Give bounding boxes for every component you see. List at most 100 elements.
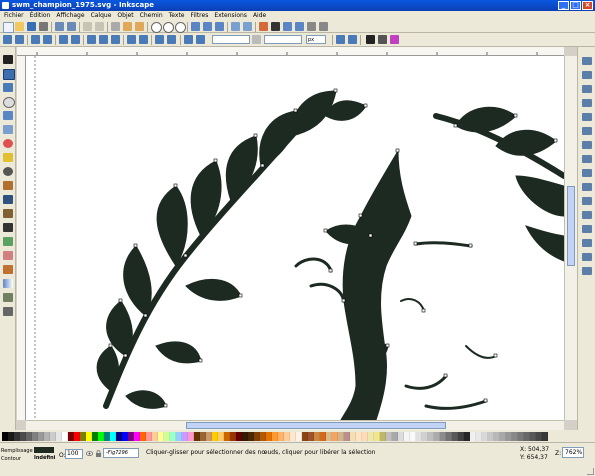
fill-indicator[interactable] xyxy=(34,447,54,453)
spray-icon[interactable] xyxy=(3,237,13,246)
maximize-button[interactable]: □ xyxy=(570,1,581,10)
snap-bbox-corner-icon[interactable] xyxy=(582,99,592,107)
calligraphy-icon[interactable] xyxy=(3,209,13,218)
snap-smooth-icon[interactable] xyxy=(582,169,592,177)
drawing-canvas[interactable] xyxy=(26,56,564,420)
undo-icon[interactable] xyxy=(83,22,92,31)
snap-midpoint-icon[interactable] xyxy=(582,183,592,191)
menu-edition[interactable]: Édition xyxy=(30,12,51,19)
menu-aide[interactable]: Aide xyxy=(253,12,266,19)
ungroup-icon[interactable] xyxy=(243,22,252,31)
save-icon[interactable] xyxy=(27,22,36,31)
snap-guide-icon[interactable] xyxy=(582,267,592,275)
vertical-scroll-thumb[interactable] xyxy=(567,186,575,266)
menu-fichier[interactable]: Fichier xyxy=(4,12,24,19)
current-layer-select[interactable]: -Fig7296 xyxy=(103,448,139,458)
snap-bbox-icon[interactable] xyxy=(582,71,592,79)
resize-grip-icon[interactable] xyxy=(587,468,594,475)
pencil-icon[interactable] xyxy=(3,181,13,190)
preferences-icon[interactable] xyxy=(307,22,316,31)
edit-clip-icon[interactable] xyxy=(336,35,345,44)
connector-icon[interactable] xyxy=(3,307,13,316)
group-icon[interactable] xyxy=(231,22,240,31)
open-icon[interactable] xyxy=(15,22,24,31)
menu-chemin[interactable]: Chemin xyxy=(140,12,163,19)
break-path-icon[interactable] xyxy=(43,35,52,44)
stroke-indicator[interactable]: Indéfini xyxy=(34,455,55,461)
edit-mask-icon[interactable] xyxy=(348,35,357,44)
snap-bbox-edge-icon[interactable] xyxy=(582,85,592,93)
visibility-eye-icon[interactable] xyxy=(86,450,93,457)
snap-bbox-midpoint-icon[interactable] xyxy=(582,113,592,121)
opacity-input[interactable]: 100 xyxy=(65,449,83,459)
vertical-scrollbar[interactable] xyxy=(564,56,577,420)
snap-cusp-icon[interactable] xyxy=(582,155,592,163)
menu-affichage[interactable]: Affichage xyxy=(56,12,84,19)
import-icon[interactable] xyxy=(55,22,64,31)
print-icon[interactable] xyxy=(39,22,48,31)
horizontal-scroll-thumb[interactable] xyxy=(186,422,446,429)
cut-icon[interactable] xyxy=(135,22,144,31)
x-spinner-icon[interactable] xyxy=(252,35,261,44)
paste-icon[interactable] xyxy=(123,22,132,31)
rectangle-icon[interactable] xyxy=(3,111,13,120)
show-outline-icon[interactable] xyxy=(196,35,205,44)
smooth-node-icon[interactable] xyxy=(99,35,108,44)
text-font-icon[interactable] xyxy=(271,22,280,31)
horizontal-scrollbar[interactable] xyxy=(26,420,564,430)
text-icon[interactable] xyxy=(3,223,13,232)
line-segment-icon[interactable] xyxy=(127,35,136,44)
snap-intersection-icon[interactable] xyxy=(582,197,592,205)
duplicate-icon[interactable] xyxy=(191,22,200,31)
node-editor-icon[interactable] xyxy=(3,69,15,80)
curve-segment-icon[interactable] xyxy=(139,35,148,44)
snap-rotation-center-icon[interactable] xyxy=(582,225,592,233)
node-y-input[interactable] xyxy=(264,35,302,44)
snap-nodes-icon[interactable] xyxy=(582,127,592,135)
node-x-input[interactable] xyxy=(212,35,250,44)
minimize-button[interactable]: _ xyxy=(558,1,569,10)
insert-node-icon[interactable] xyxy=(3,35,12,44)
snap-page-icon[interactable] xyxy=(582,239,592,247)
zoom-drawing-icon[interactable] xyxy=(163,22,174,33)
snap-enable-icon[interactable] xyxy=(582,57,592,65)
copy-icon[interactable] xyxy=(111,22,120,31)
snap-grid-icon[interactable] xyxy=(582,253,592,261)
selector-icon[interactable] xyxy=(3,55,13,64)
ellipse-icon[interactable] xyxy=(3,139,13,148)
show-handles-icon[interactable] xyxy=(184,35,193,44)
color-swatch[interactable] xyxy=(542,431,548,441)
align-icon[interactable] xyxy=(295,22,304,31)
menu-extensions[interactable]: Extensions xyxy=(214,12,247,19)
delete-segment-icon[interactable] xyxy=(71,35,80,44)
menu-texte[interactable]: Texte xyxy=(169,12,185,19)
xml-editor-icon[interactable] xyxy=(283,22,292,31)
join-nodes-icon[interactable] xyxy=(31,35,40,44)
layer-lock-icon[interactable] xyxy=(95,450,102,457)
spiral-icon[interactable] xyxy=(3,167,13,176)
star-icon[interactable] xyxy=(3,153,13,162)
export-icon[interactable] xyxy=(67,22,76,31)
snap-path-icon[interactable] xyxy=(582,141,592,149)
unlink-clone-icon[interactable] xyxy=(215,22,224,31)
join-segment-icon[interactable] xyxy=(59,35,68,44)
paint-bucket-icon[interactable] xyxy=(3,265,13,274)
transform-handles-icon[interactable] xyxy=(366,35,375,44)
path-effect-icon[interactable] xyxy=(390,35,399,44)
3dbox-icon[interactable] xyxy=(3,125,13,134)
zoom-selection-icon[interactable] xyxy=(151,22,162,33)
zoom-page-icon[interactable] xyxy=(175,22,186,33)
unit-select[interactable]: px xyxy=(306,35,326,44)
close-button[interactable]: × xyxy=(582,1,593,10)
tweak-icon[interactable] xyxy=(3,83,13,92)
redo-icon[interactable] xyxy=(95,22,104,31)
menu-calque[interactable]: Calque xyxy=(91,12,112,19)
pen-icon[interactable] xyxy=(3,195,13,204)
fill-stroke-icon[interactable] xyxy=(259,22,268,31)
show-bbox-icon[interactable] xyxy=(378,35,387,44)
menu-filtres[interactable]: Filtres xyxy=(190,12,208,19)
object-to-path-icon[interactable] xyxy=(155,35,164,44)
zoom-input[interactable]: 762% xyxy=(562,447,584,458)
eraser-icon[interactable] xyxy=(3,251,13,260)
document-properties-icon[interactable] xyxy=(319,22,328,31)
